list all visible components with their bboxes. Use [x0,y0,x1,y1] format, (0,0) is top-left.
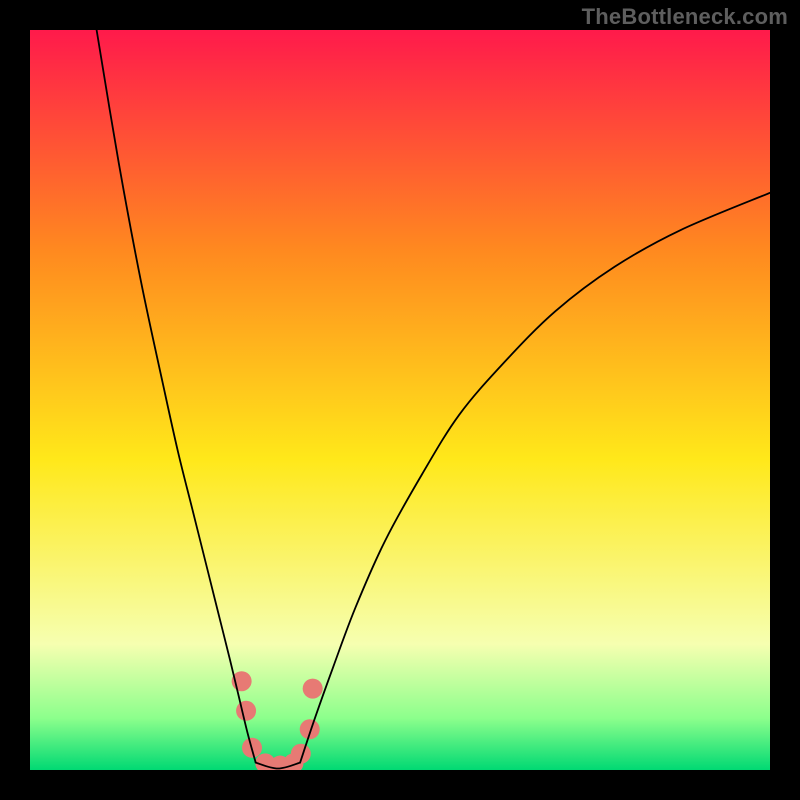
highlight-dot [236,701,256,721]
gradient-background [30,30,770,770]
chart-svg [30,30,770,770]
chart-frame: TheBottleneck.com [0,0,800,800]
watermark-text: TheBottleneck.com [582,4,788,30]
plot-area [30,30,770,770]
highlight-dot [303,679,323,699]
